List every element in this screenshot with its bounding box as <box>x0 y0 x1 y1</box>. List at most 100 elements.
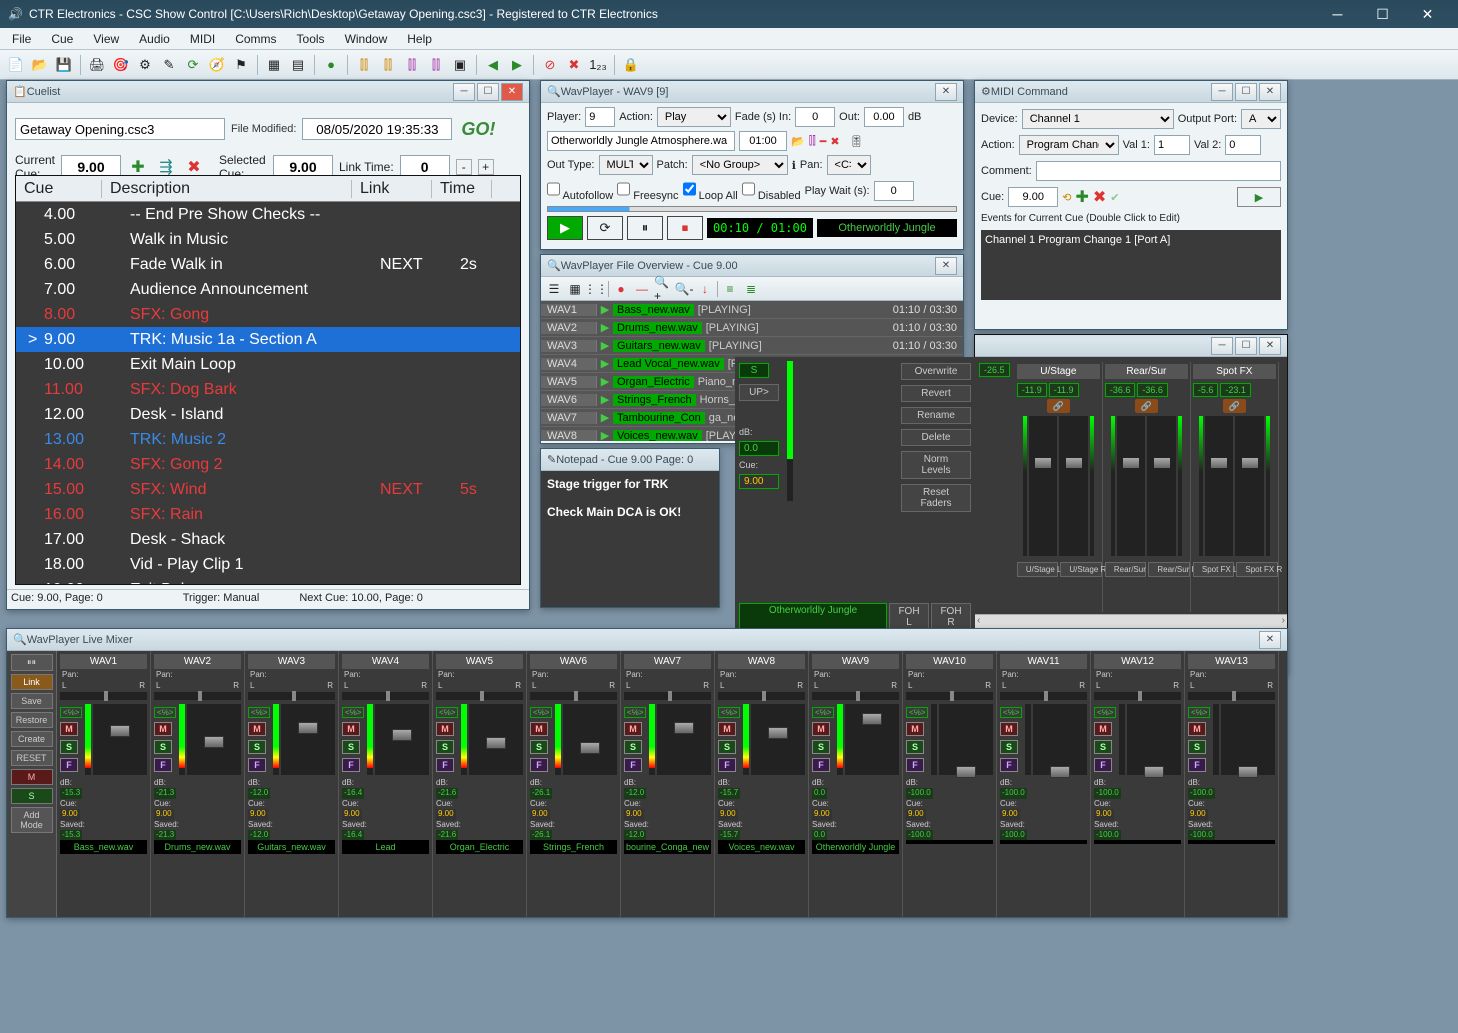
action-select[interactable]: Play <box>657 107 731 127</box>
livemix-global-link[interactable]: Link <box>11 674 53 690</box>
solo-button[interactable]: S <box>436 740 454 754</box>
midicmd-max-button[interactable]: ☐ <box>1235 83 1257 101</box>
channel-link-icon[interactable]: <℅> <box>154 707 176 718</box>
outmix-normlevels-button[interactable]: Norm Levels <box>901 451 971 479</box>
col-desc[interactable]: Description <box>102 180 352 198</box>
channel-link-icon[interactable]: <℅> <box>436 707 458 718</box>
mute-button[interactable]: M <box>342 722 360 736</box>
mute-button[interactable]: M <box>906 722 924 736</box>
livemix-global-m[interactable]: M <box>11 769 53 785</box>
channel-link-icon[interactable]: <℅> <box>718 707 740 718</box>
fv-list-icon[interactable]: ☰ <box>545 280 563 298</box>
mute-button[interactable]: M <box>1094 722 1112 736</box>
prev-icon[interactable]: ◀ <box>483 55 503 75</box>
transport-pause-button[interactable]: ⏸ <box>627 216 663 240</box>
cancel-icon[interactable]: ⊘ <box>540 55 560 75</box>
link-icon[interactable]: 🔗 <box>1135 399 1158 413</box>
new-icon[interactable]: 📄 <box>6 55 26 75</box>
maximize-button[interactable]: ☐ <box>1360 2 1405 26</box>
cuelist-row[interactable]: 6.00Fade Walk inNEXT2s <box>16 252 520 277</box>
pan-slider[interactable] <box>624 692 711 700</box>
solo-button[interactable]: S <box>906 740 924 754</box>
transport-loop-button[interactable]: ⟳ <box>587 216 623 240</box>
channel-link-icon[interactable]: <℅> <box>530 707 552 718</box>
col-time[interactable]: Time <box>432 180 492 198</box>
menu-file[interactable]: File <box>4 30 39 48</box>
cuelist-row[interactable]: 5.00Walk in Music <box>16 227 520 252</box>
cuelist-row[interactable]: 18.00Vid - Play Clip 1 <box>16 552 520 577</box>
solo-button[interactable]: S <box>342 740 360 754</box>
fv-tree-icon[interactable]: ⋮⋮ <box>587 280 605 298</box>
pan-slider[interactable] <box>248 692 335 700</box>
fv-zoomin-icon[interactable]: 🔍+ <box>654 280 672 298</box>
cuelist-max-button[interactable]: ☐ <box>477 83 499 101</box>
cuelist-filename-input[interactable] <box>15 118 225 140</box>
midi-send-button[interactable]: ▶ <box>1237 187 1281 207</box>
gear-icon[interactable]: ⚙ <box>135 55 155 75</box>
fx-button[interactable]: F <box>248 758 266 772</box>
channel-fader[interactable] <box>1127 704 1181 775</box>
mute-button[interactable]: M <box>1000 722 1018 736</box>
outmix-scrollbar[interactable]: ‹› <box>975 614 1287 628</box>
outmix-max-button[interactable]: ☐ <box>1235 337 1257 355</box>
solo-button[interactable]: S <box>530 740 548 754</box>
channel-fader[interactable] <box>751 704 805 775</box>
livemix-global-restore[interactable]: Restore <box>11 712 53 728</box>
cuelist-row[interactable]: 14.00SFX: Gong 2 <box>16 452 520 477</box>
mute-button[interactable]: M <box>154 722 172 736</box>
livemix-global-reset[interactable]: RESET <box>11 750 53 766</box>
freesync-checkbox[interactable]: Freesync <box>617 179 678 202</box>
midi-event-item[interactable]: Channel 1 Program Change 1 [Port A] <box>985 234 1277 246</box>
pan-slider[interactable] <box>436 692 523 700</box>
cuelist-row[interactable]: 11.00SFX: Dog Bark <box>16 377 520 402</box>
midi-cue-input[interactable] <box>1008 187 1058 207</box>
edit-icon[interactable]: ✎ <box>159 55 179 75</box>
menu-window[interactable]: Window <box>337 30 396 48</box>
bars3-icon[interactable]: ⫿⫿ <box>402 55 422 75</box>
fx-button[interactable]: F <box>718 758 736 772</box>
cuelist-close-button[interactable]: ✕ <box>501 83 523 101</box>
file-row[interactable]: WAV3▶Guitars_new.wav[PLAYING]01:10 / 03:… <box>541 337 963 355</box>
channel-fader[interactable] <box>375 704 429 775</box>
midi-check-icon[interactable]: ✔ <box>1110 191 1119 204</box>
menu-comms[interactable]: Comms <box>227 30 284 48</box>
channel-fader[interactable] <box>845 704 899 775</box>
pan-slider[interactable] <box>530 692 617 700</box>
midicmd-close-button[interactable]: ✕ <box>1259 83 1281 101</box>
menu-view[interactable]: View <box>85 30 127 48</box>
livemix-global-s[interactable]: S <box>11 788 53 804</box>
wavplayer-close-button[interactable]: ✕ <box>935 83 957 101</box>
mute-button[interactable]: M <box>248 722 266 736</box>
link-icon[interactable]: 🔗 <box>1047 399 1070 413</box>
outmix-foh-r[interactable]: FOH R <box>931 603 971 631</box>
track-time-input[interactable] <box>739 131 787 151</box>
fx-button[interactable]: F <box>906 758 924 772</box>
mute-button[interactable]: M <box>530 722 548 736</box>
midi-port-select[interactable]: A <box>1241 109 1281 129</box>
channel-link-icon[interactable]: <℅> <box>248 707 270 718</box>
channel-fader[interactable] <box>93 704 147 775</box>
fv-align2-icon[interactable]: ≣ <box>742 280 760 298</box>
fv-down-icon[interactable]: ↓ <box>696 280 714 298</box>
cuelist-row[interactable]: 7.00Audience Announcement <box>16 277 520 302</box>
playwait-input[interactable] <box>874 181 914 201</box>
cuelist-row[interactable]: 15.00SFX: WindNEXT5s <box>16 477 520 502</box>
outmix-delete-button[interactable]: Delete <box>901 429 971 446</box>
livemix-global-create[interactable]: Create <box>11 731 53 747</box>
outtype-select[interactable]: MULTI <box>599 155 653 175</box>
pan-slider[interactable] <box>1188 692 1275 700</box>
close-button[interactable]: ✕ <box>1405 2 1450 26</box>
midi-add-icon[interactable]: ✚ <box>1075 187 1088 207</box>
progress-bar[interactable] <box>547 206 957 212</box>
loopall-checkbox[interactable]: Loop All <box>683 179 738 202</box>
file-row[interactable]: WAV2▶Drums_new.wav[PLAYING]01:10 / 03:30 <box>541 319 963 337</box>
menu-help[interactable]: Help <box>399 30 440 48</box>
menu-midi[interactable]: MIDI <box>182 30 223 48</box>
fadeout-input[interactable] <box>864 107 904 127</box>
channel-fader[interactable] <box>469 704 523 775</box>
outmix-foh-l[interactable]: FOH L <box>889 603 929 631</box>
midicmd-min-button[interactable]: ─ <box>1211 83 1233 101</box>
cuelist-row[interactable]: 17.00Desk - Shack <box>16 527 520 552</box>
channel-link-icon[interactable]: <℅> <box>624 707 646 718</box>
solo-button[interactable]: S <box>718 740 736 754</box>
